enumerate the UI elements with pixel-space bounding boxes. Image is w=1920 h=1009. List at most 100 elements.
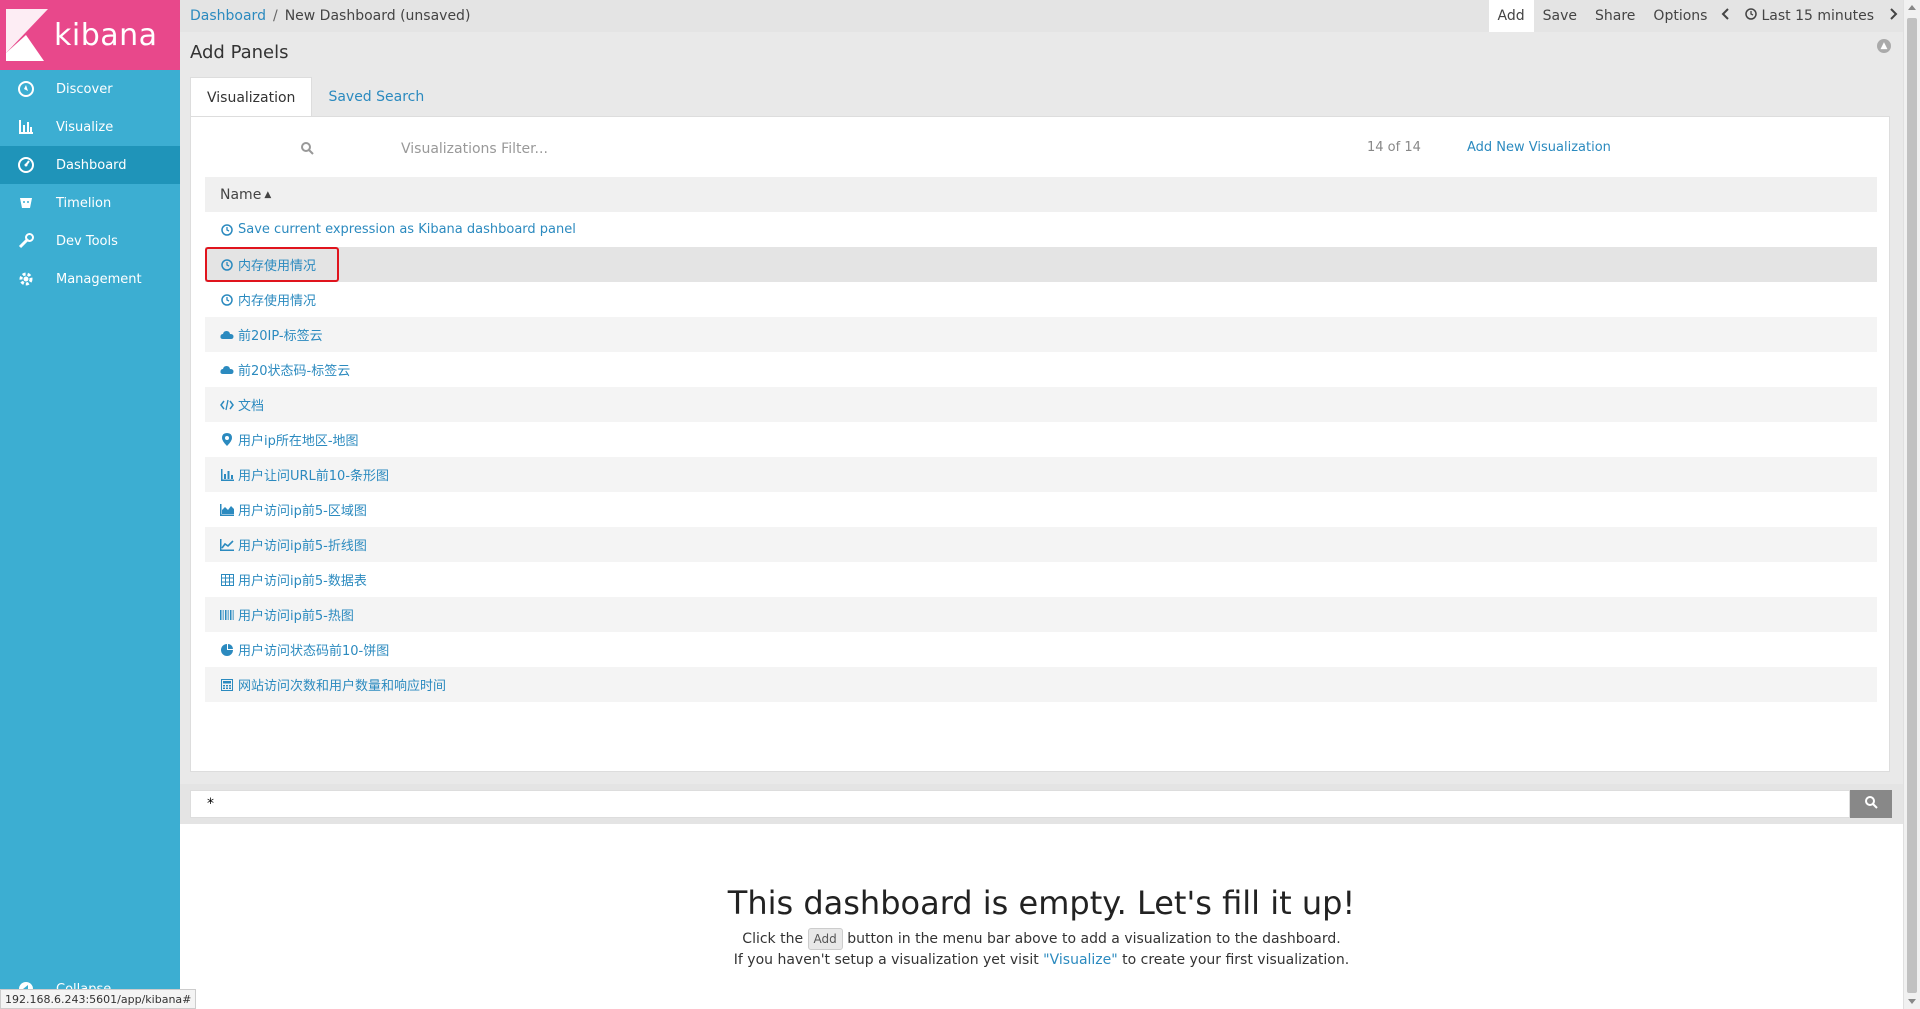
visualization-list-item[interactable]: 内存使用情况 xyxy=(205,247,1877,282)
time-back-button[interactable] xyxy=(1716,0,1736,32)
visualize-link[interactable]: "Visualize" xyxy=(1043,952,1118,968)
visualization-title: 用户访问ip前5-折线图 xyxy=(238,539,367,554)
scroll-down-arrow[interactable] xyxy=(1908,999,1916,1004)
visualization-list-item[interactable]: 用户访问状态码前10-饼图 xyxy=(205,632,1877,667)
visualization-list-item[interactable]: 网站访问次数和用户数量和响应时间 xyxy=(205,667,1877,702)
visualization-list-item[interactable]: 用户访问ip前5-折线图 xyxy=(205,527,1877,562)
visualizations-filter-input[interactable] xyxy=(401,136,1101,162)
time-forward-button[interactable] xyxy=(1883,0,1903,32)
empty-instruction-line-1: Click the Add button in the menu bar abo… xyxy=(180,928,1903,950)
visualization-title: 前20IP-标签云 xyxy=(238,329,323,344)
wrench-icon xyxy=(16,231,36,251)
sidebar-nav: Discover Visualize Dashboard Timelion De… xyxy=(0,70,180,298)
options-button[interactable]: Options xyxy=(1644,0,1716,32)
visualization-list-item[interactable]: Save current expression as Kibana dashbo… xyxy=(205,212,1877,247)
visualization-title: 前20状态码-标签云 xyxy=(238,364,351,379)
gear-icon xyxy=(16,269,36,289)
search-icon xyxy=(301,142,314,159)
visualization-list-item[interactable]: 用户访问ip前5-数据表 xyxy=(205,562,1877,597)
sidebar-item-timelion[interactable]: Timelion xyxy=(0,184,180,222)
kibana-logo-icon xyxy=(6,9,48,61)
visualization-list: Name ▲ Save current expression as Kibana… xyxy=(205,177,1877,702)
empty-text: to create your first visualization. xyxy=(1122,952,1350,968)
add-key-hint: Add xyxy=(807,928,843,950)
name-column-header[interactable]: Name ▲ xyxy=(205,177,1877,212)
empty-dashboard-message: This dashboard is empty. Let's fill it u… xyxy=(180,824,1903,1009)
add-button[interactable]: Add xyxy=(1488,0,1534,32)
share-button[interactable]: Share xyxy=(1586,0,1644,32)
map-pin-icon xyxy=(220,433,234,447)
clock-icon xyxy=(220,258,234,272)
sidebar-item-dev-tools[interactable]: Dev Tools xyxy=(0,222,180,260)
visualization-list-item[interactable]: 前20IP-标签云 xyxy=(205,317,1877,352)
sidebar-item-discover[interactable]: Discover xyxy=(0,70,180,108)
compass-icon xyxy=(16,79,36,99)
scroll-up-arrow[interactable] xyxy=(1908,5,1916,10)
visualization-title: 用户让问URL前10-条形图 xyxy=(238,469,390,484)
empty-instruction-line-2: If you haven't setup a visualization yet… xyxy=(180,950,1903,970)
visualization-title: 用户访问状态码前10-饼图 xyxy=(238,644,390,659)
area-chart-icon xyxy=(220,503,234,517)
scroll-thumb[interactable] xyxy=(1907,18,1917,993)
sidebar-item-label: Discover xyxy=(56,81,113,97)
visualization-list-item[interactable]: 用户ip所在地区-地图 xyxy=(205,422,1877,457)
dashboard-icon xyxy=(16,155,36,175)
breadcrumb: Dashboard / New Dashboard (unsaved) xyxy=(180,8,470,24)
visualization-title: 网站访问次数和用户数量和响应时间 xyxy=(238,679,447,694)
add-panels-title: Add Panels xyxy=(190,41,289,63)
visualization-list-item[interactable]: 用户访问ip前5-热图 xyxy=(205,597,1877,632)
top-nav-bar: Dashboard / New Dashboard (unsaved) Add … xyxy=(180,0,1903,32)
visualization-title: 内存使用情况 xyxy=(238,259,317,274)
logo-text: kibana xyxy=(54,17,158,53)
visualization-title: Save current expression as Kibana dashbo… xyxy=(238,222,576,237)
add-panels-area: Add Panels ▲ Visualization Saved Search … xyxy=(180,32,1903,784)
query-input[interactable] xyxy=(190,790,1850,818)
visualization-list-item[interactable]: 用户让问URL前10-条形图 xyxy=(205,457,1877,492)
add-new-visualization-link[interactable]: Add New Visualization xyxy=(1467,140,1611,155)
kibana-logo[interactable]: kibana xyxy=(0,0,180,70)
visualization-list-panel: 14 of 14 Add New Visualization Name ▲ Sa… xyxy=(190,116,1890,772)
code-icon xyxy=(220,398,234,412)
vertical-scrollbar[interactable] xyxy=(1903,0,1920,1009)
sort-ascending-icon: ▲ xyxy=(264,189,272,200)
search-icon xyxy=(1864,795,1878,813)
sidebar-item-label: Management xyxy=(56,271,142,287)
close-panel-icon[interactable]: ▲ xyxy=(1877,39,1891,53)
clock-icon xyxy=(1745,8,1758,24)
panel-tabs: Visualization Saved Search xyxy=(190,77,440,117)
sidebar-item-label: Visualize xyxy=(56,119,114,135)
cloud-icon xyxy=(220,328,234,342)
visualization-list-item[interactable]: 内存使用情况 xyxy=(205,282,1877,317)
visualization-list-item[interactable]: 用户访问ip前5-区域图 xyxy=(205,492,1877,527)
save-button[interactable]: Save xyxy=(1534,0,1586,32)
query-submit-button[interactable] xyxy=(1850,790,1892,818)
filter-row: 14 of 14 Add New Visualization xyxy=(205,132,1875,166)
breadcrumb-dashboard-link[interactable]: Dashboard xyxy=(190,8,266,24)
sidebar-item-management[interactable]: Management xyxy=(0,260,180,298)
sidebar-item-visualize[interactable]: Visualize xyxy=(0,108,180,146)
time-picker[interactable]: Last 15 minutes xyxy=(1736,0,1883,32)
sidebar-item-dashboard[interactable]: Dashboard xyxy=(0,146,180,184)
sidebar-item-label: Dev Tools xyxy=(56,233,118,249)
cloud-icon xyxy=(220,363,234,377)
sidebar: kibana Discover Visualize Dashboard Time… xyxy=(0,0,180,1009)
top-menu: Add Save Share Options Last 15 minutes xyxy=(1488,0,1903,32)
query-bar xyxy=(180,784,1903,824)
visualization-title: 用户访问ip前5-数据表 xyxy=(238,574,367,589)
visualization-title: 文档 xyxy=(238,399,265,414)
empty-text: If you haven't setup a visualization yet… xyxy=(733,952,1039,968)
bar-chart-icon xyxy=(16,117,36,137)
visualization-list-item[interactable]: 前20状态码-标签云 xyxy=(205,352,1877,387)
timelion-icon xyxy=(16,193,36,213)
browser-status-url: 192.168.6.243:5601/app/kibana# xyxy=(0,989,197,1009)
visualization-title: 用户访问ip前5-热图 xyxy=(238,609,354,624)
bar-chart-icon xyxy=(220,468,234,482)
empty-title: This dashboard is empty. Let's fill it u… xyxy=(727,884,1356,922)
chevron-left-icon xyxy=(1721,8,1731,24)
empty-text: button in the menu bar above to add a vi… xyxy=(847,931,1341,947)
visualization-title: 内存使用情况 xyxy=(238,294,317,309)
tab-visualization[interactable]: Visualization xyxy=(190,77,313,117)
tab-saved-search[interactable]: Saved Search xyxy=(312,77,440,117)
visualization-list-item[interactable]: 文档 xyxy=(205,387,1877,422)
name-column-label: Name xyxy=(220,186,262,203)
